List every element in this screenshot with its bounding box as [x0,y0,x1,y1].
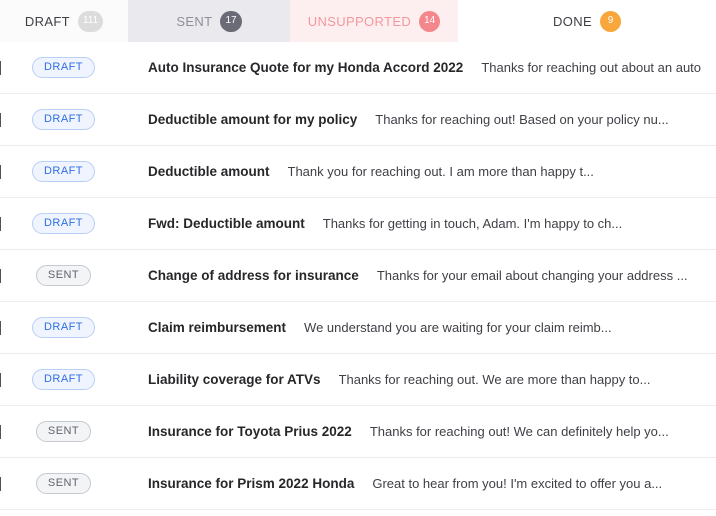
row-preview: Thanks for reaching out about an auto [481,60,702,75]
row-status-cell: DRAFT [1,109,148,130]
row-status-cell: SENT [1,421,148,442]
table-row[interactable]: SENT Insurance for Toyota Prius 2022 Thank… [0,406,716,458]
table-row[interactable]: SENT Change of address for insurance Thank… [0,250,716,302]
row-status-cell: DRAFT [1,369,148,390]
status-tab-bar: DRAFT 111 SENT 17 UNSUPPORTED 14 DONE 9 [0,0,716,42]
row-preview: Thanks for reaching out. We are more tha… [338,372,651,387]
status-badge: DRAFT [32,213,95,234]
row-subject: Liability coverage for ATVs [148,372,321,387]
table-row[interactable]: DRAFT Claim reimbursement We understand yo… [0,302,716,354]
status-badge: SENT [35,421,92,442]
row-subject: Insurance for Toyota Prius 2022 [148,424,352,439]
status-badge: DRAFT [32,109,95,130]
tab-unsupported[interactable]: UNSUPPORTED 14 [290,0,458,42]
row-subject: Fwd: Deductible amount [148,216,305,231]
status-badge: DRAFT [32,369,95,390]
tab-done-count: 9 [599,10,621,32]
row-preview: Thanks for getting in touch, Adam. I'm h… [322,216,623,231]
row-status-cell: SENT [1,265,148,286]
row-preview: Great to hear from you! I'm excited to o… [372,476,663,491]
row-subject: Change of address for insurance [148,268,359,283]
table-row[interactable]: DRAFT Liability coverage for ATVs Thanks f… [0,354,716,406]
row-subject: Deductible amount [148,164,270,179]
tab-done-label: DONE [553,13,592,29]
table-row[interactable]: SENT Insurance for Prism 2022 Honda Great … [0,458,716,510]
row-status-cell: DRAFT [1,57,148,78]
status-badge: SENT [35,473,92,494]
tab-draft-label: DRAFT [24,13,70,29]
row-subject: Claim reimbursement [148,320,287,335]
row-subject: Insurance for Prism 2022 Honda [148,476,355,491]
tab-done[interactable]: DONE 9 [458,0,716,42]
row-status-cell: DRAFT [1,213,148,234]
status-badge: DRAFT [32,161,95,182]
status-badge: DRAFT [32,317,95,338]
tab-sent[interactable]: SENT 17 [128,0,290,42]
row-preview: Thanks for reaching out! Based on your p… [375,112,669,127]
row-preview: Thanks for reaching out! We can definite… [369,424,669,439]
row-preview: Thank you for reaching out. I am more th… [287,164,594,179]
row-status-cell: DRAFT [1,317,148,338]
row-preview: Thanks for your email about changing you… [376,268,688,283]
table-row[interactable]: DRAFT Deductible amount Thank you for reac… [0,146,716,198]
table-row[interactable]: DRAFT Deductible amount for my policy Than… [0,94,716,146]
tab-draft[interactable]: DRAFT 111 [0,0,128,42]
table-row[interactable]: SENT [0,510,716,516]
table-row[interactable]: DRAFT Fwd: Deductible amount Thanks for ge… [0,198,716,250]
row-status-cell: SENT [1,473,148,494]
email-list: DRAFT Auto Insurance Quote for my Honda A… [0,42,716,516]
row-status-cell: DRAFT [1,161,148,182]
table-row[interactable]: DRAFT Auto Insurance Quote for my Honda A… [0,42,716,94]
row-status-cell: SENT [1,510,148,516]
tab-draft-count: 111 [77,10,104,32]
row-subject: Deductible amount for my policy [148,112,358,127]
row-preview: We understand you are waiting for your c… [304,320,612,335]
tab-sent-label: SENT [176,13,213,29]
tab-unsupported-label: UNSUPPORTED [307,13,412,29]
status-badge: SENT [35,265,92,286]
status-badge: DRAFT [32,57,95,78]
tab-sent-count: 17 [220,10,242,32]
tab-unsupported-count: 14 [419,10,441,32]
row-subject: Auto Insurance Quote for my Honda Accord… [148,60,464,75]
email-list-app: DRAFT 111 SENT 17 UNSUPPORTED 14 DONE 9 … [0,0,716,516]
